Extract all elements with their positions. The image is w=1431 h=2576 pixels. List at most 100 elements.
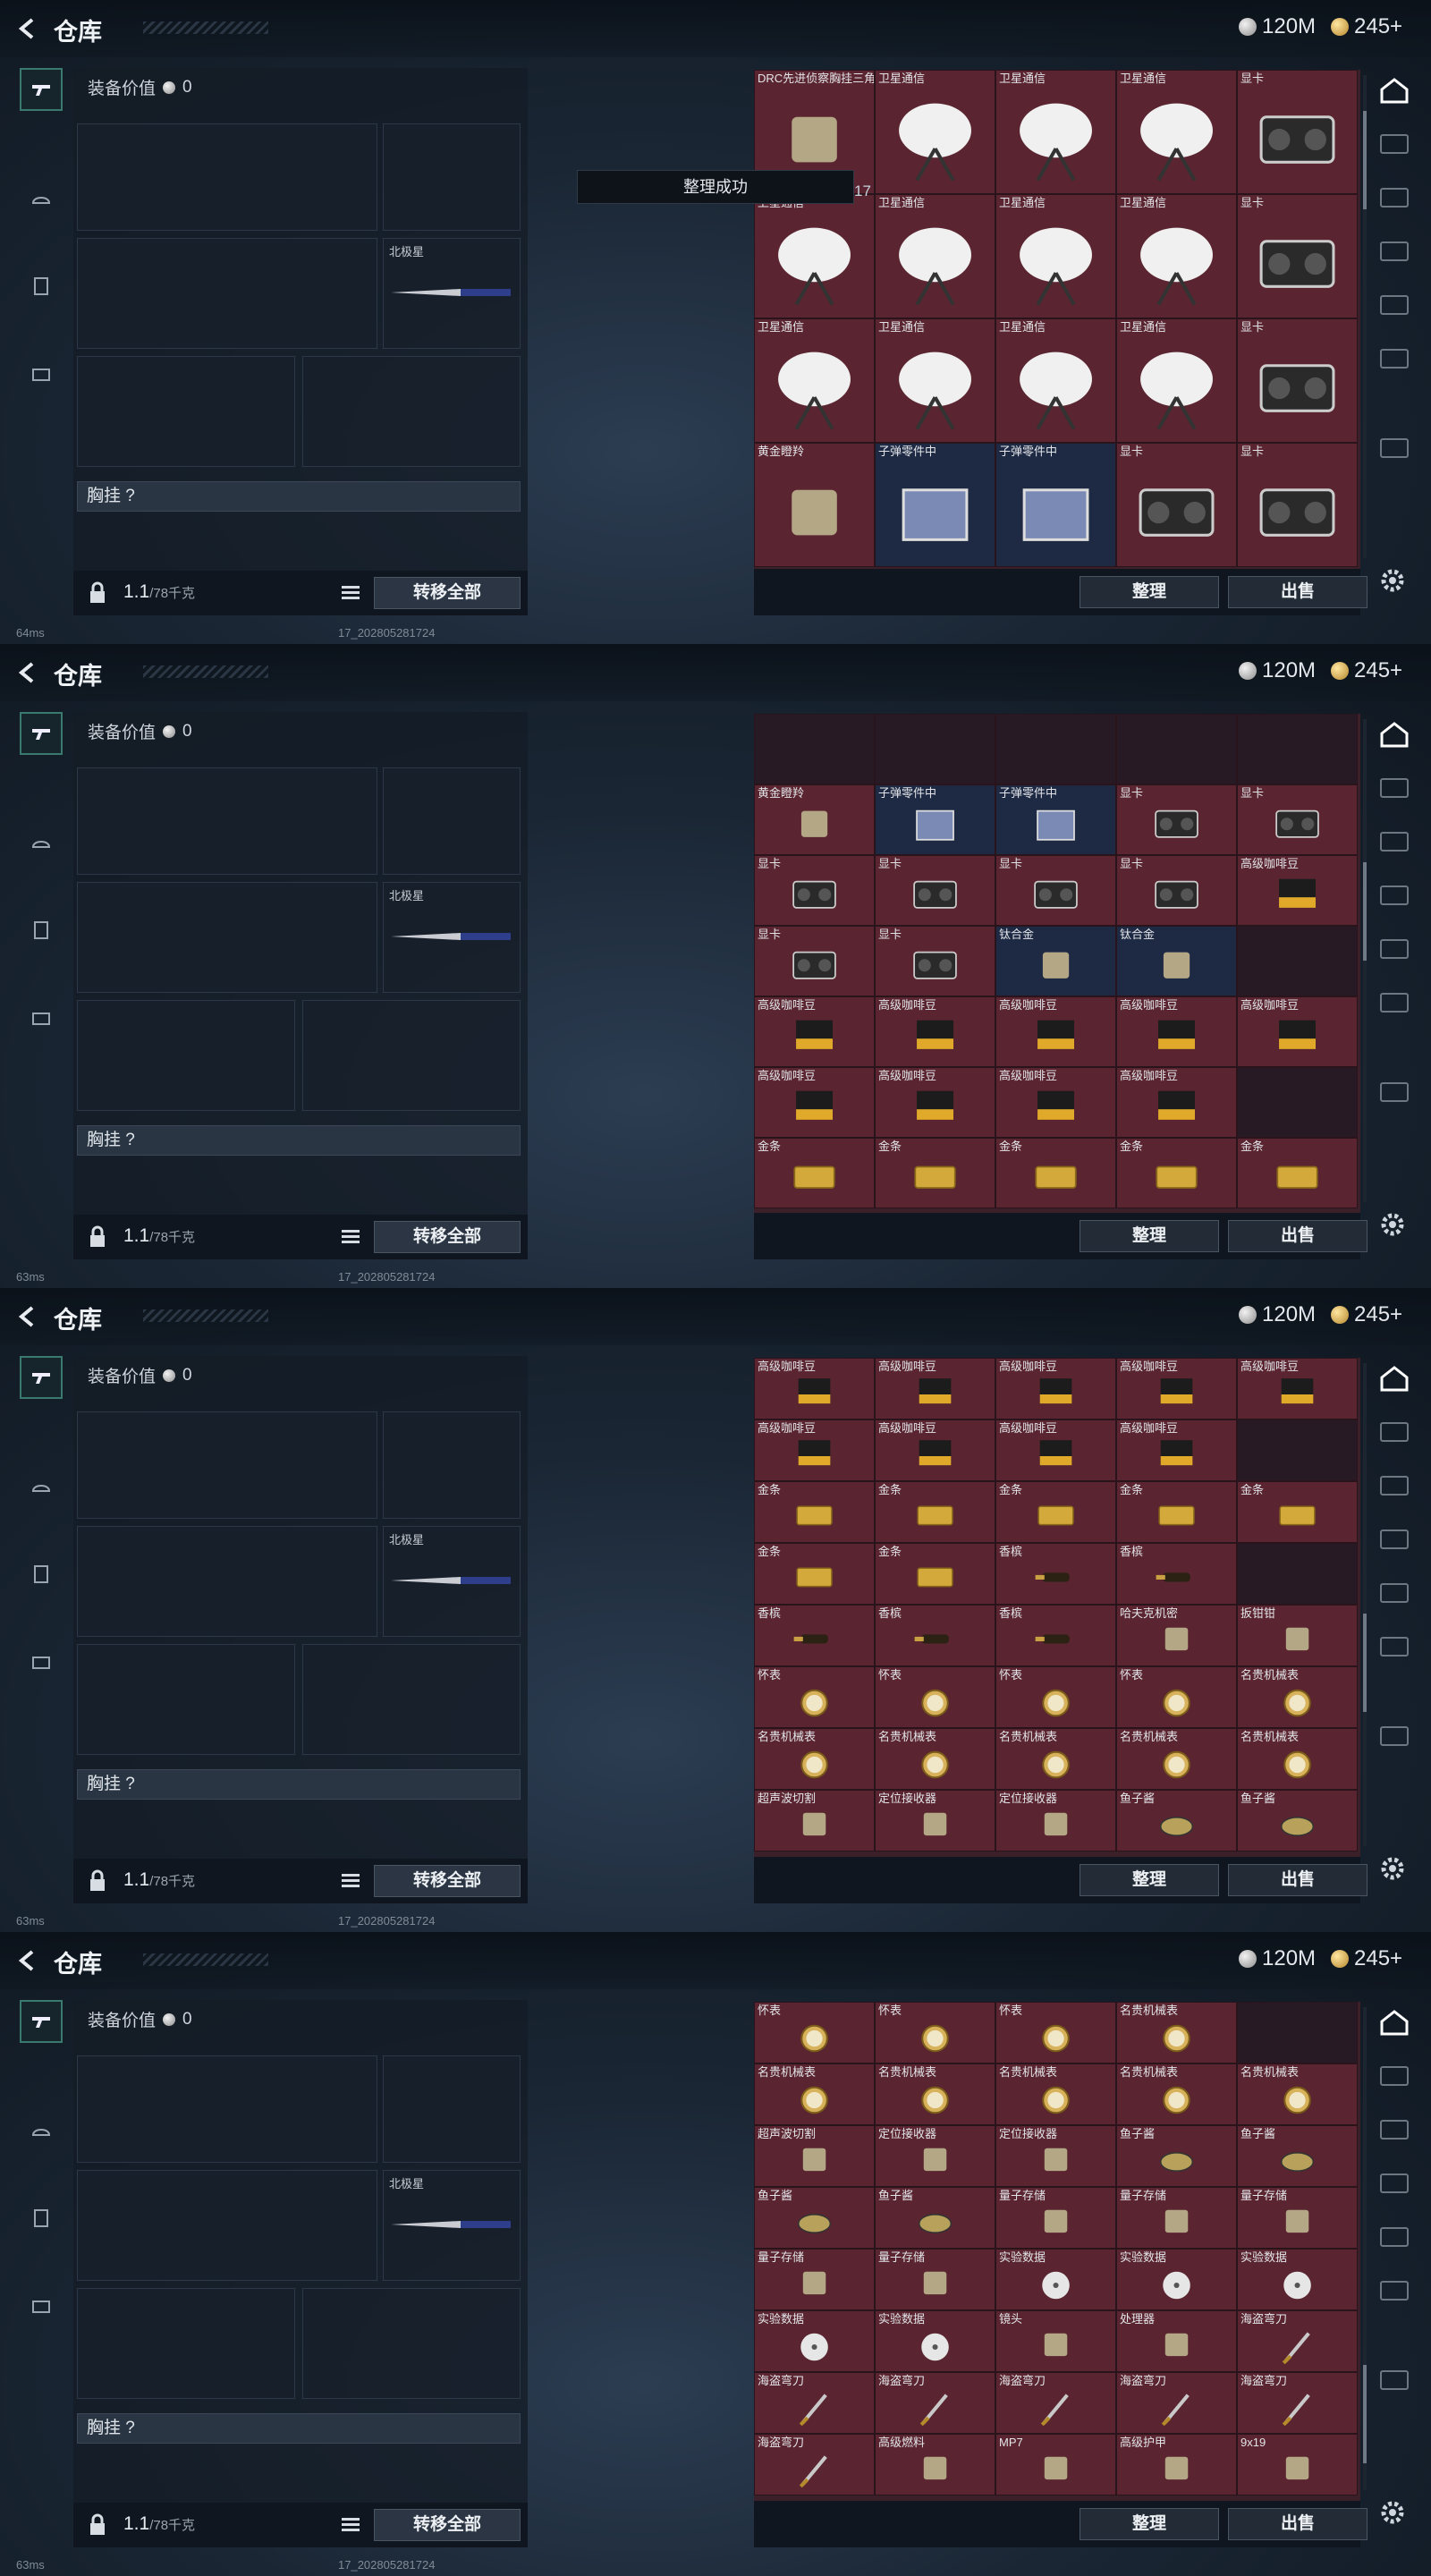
tab-vest[interactable] xyxy=(20,1553,63,1596)
stash-item[interactable]: 高级咖啡豆 xyxy=(754,996,875,1067)
transfer-all-button[interactable]: 转移全部 xyxy=(374,1221,521,1253)
stash-tab-3[interactable] xyxy=(1372,875,1417,916)
stash-item[interactable]: 高级咖啡豆 xyxy=(1237,996,1358,1067)
stash-item[interactable]: 卫星通信 xyxy=(875,70,995,194)
stash-item[interactable]: 名贵机械表 xyxy=(1116,1728,1237,1790)
secondary-weapon-slot[interactable] xyxy=(77,882,377,993)
scrollbar-thumb[interactable] xyxy=(1363,111,1367,209)
gear-icon[interactable] xyxy=(1379,1211,1406,1238)
stash-item[interactable] xyxy=(1237,1419,1358,1481)
tab-armor[interactable] xyxy=(20,177,63,220)
pistol-slot[interactable] xyxy=(383,2055,521,2163)
stash-scrollbar[interactable] xyxy=(1363,1363,1367,1846)
stash-item[interactable]: 鱼子酱 xyxy=(1116,1790,1237,1852)
primary-weapon-slot[interactable] xyxy=(77,123,377,231)
stash-item[interactable]: 鱼子酱 xyxy=(1237,1790,1358,1852)
pistol-slot[interactable] xyxy=(383,123,521,231)
tab-weapons[interactable] xyxy=(20,1356,63,1399)
transfer-all-button[interactable]: 转移全部 xyxy=(374,577,521,609)
stash-item[interactable]: 实验数据 xyxy=(1116,2249,1237,2310)
stash-item[interactable]: 高级咖啡豆 xyxy=(875,996,995,1067)
stash-item[interactable]: 卫星通信 xyxy=(1116,194,1237,318)
list-icon[interactable] xyxy=(342,2517,360,2533)
stash-item[interactable]: 量子存储 xyxy=(1237,2187,1358,2249)
stash-item[interactable]: 高级咖啡豆 xyxy=(1116,996,1237,1067)
transfer-all-button[interactable]: 转移全部 xyxy=(374,2509,521,2541)
stash-item[interactable]: 金条 xyxy=(875,1543,995,1605)
stash-tab-main[interactable] xyxy=(1372,1358,1417,1399)
armor-slot[interactable] xyxy=(302,1000,521,1111)
stash-item[interactable]: 子弹零件中 xyxy=(875,443,995,567)
tab-armor[interactable] xyxy=(20,1465,63,1508)
stash-item[interactable]: 显卡 xyxy=(1237,318,1358,443)
stash-item[interactable]: 高级咖啡豆 xyxy=(754,1419,875,1481)
stash-item[interactable]: 量子存储 xyxy=(754,2249,875,2310)
stash-item[interactable]: 金条 xyxy=(875,1138,995,1208)
stash-item[interactable]: 名贵机械表 xyxy=(995,2063,1116,2125)
stash-item[interactable]: 高级咖啡豆 xyxy=(754,1358,875,1419)
stash-tab-3[interactable] xyxy=(1372,2163,1417,2204)
stash-item[interactable]: 海盗弯刀 xyxy=(995,2372,1116,2434)
melee-slot[interactable]: 北极星 xyxy=(383,1526,521,1637)
transfer-all-button[interactable]: 转移全部 xyxy=(374,1865,521,1897)
stash-item[interactable]: 显卡 xyxy=(754,926,875,996)
stash-item[interactable]: 钛合金 xyxy=(1116,926,1237,996)
stash-tab-6[interactable] xyxy=(1372,2360,1417,2401)
melee-slot[interactable]: 北极星 xyxy=(383,2170,521,2281)
sell-button[interactable]: 出售 xyxy=(1228,576,1367,608)
stash-item[interactable]: 9x19 xyxy=(1237,2434,1358,2496)
stash-item[interactable]: 金条 xyxy=(995,1481,1116,1543)
stash-item[interactable]: 实验数据 xyxy=(1237,2249,1358,2310)
sort-button[interactable]: 整理 xyxy=(1080,2508,1219,2540)
sell-button[interactable]: 出售 xyxy=(1228,2508,1367,2540)
stash-item[interactable]: 香槟 xyxy=(995,1543,1116,1605)
stash-tab-2[interactable] xyxy=(1372,821,1417,862)
stash-item[interactable]: 显卡 xyxy=(875,926,995,996)
stash-item[interactable]: 海盗弯刀 xyxy=(1237,2372,1358,2434)
stash-item[interactable]: 名贵机械表 xyxy=(754,1728,875,1790)
stash-scrollbar[interactable] xyxy=(1363,2007,1367,2490)
gear-icon[interactable] xyxy=(1379,567,1406,594)
stash-item[interactable]: 鱼子酱 xyxy=(875,2187,995,2249)
stash-item[interactable]: 怀表 xyxy=(875,2002,995,2063)
stash-item[interactable]: 扳钳钳 xyxy=(1237,1605,1358,1666)
tab-weapons[interactable] xyxy=(20,68,63,111)
secondary-weapon-slot[interactable] xyxy=(77,1526,377,1637)
stash-tab-3[interactable] xyxy=(1372,231,1417,272)
stash-tab-4[interactable] xyxy=(1372,284,1417,326)
armor-slot[interactable] xyxy=(302,356,521,467)
stash-tab-2[interactable] xyxy=(1372,1465,1417,1506)
tab-vest[interactable] xyxy=(20,265,63,308)
stash-item[interactable]: 名贵机械表 xyxy=(1116,2002,1237,2063)
stash-tab-4[interactable] xyxy=(1372,928,1417,970)
stash-item[interactable]: 金条 xyxy=(1116,1138,1237,1208)
stash-item[interactable] xyxy=(1237,2002,1358,2063)
stash-tab-5[interactable] xyxy=(1372,1626,1417,1667)
stash-item[interactable]: 卫星通信 xyxy=(995,194,1116,318)
armor-slot[interactable] xyxy=(302,2288,521,2399)
back-arrow-icon[interactable] xyxy=(14,1303,41,1330)
stash-item[interactable]: 子弹零件中 xyxy=(875,784,995,855)
stash-item[interactable]: 卫星通信 xyxy=(1116,318,1237,443)
pistol-slot[interactable] xyxy=(383,1411,521,1519)
stash-item[interactable]: 显卡 xyxy=(754,855,875,926)
stash-item[interactable]: 定位接收器 xyxy=(995,1790,1116,1852)
stash-item[interactable]: 怀表 xyxy=(995,1666,1116,1728)
stash-tab-5[interactable] xyxy=(1372,982,1417,1023)
stash-item[interactable]: 金条 xyxy=(1237,1138,1358,1208)
stash-item[interactable] xyxy=(1237,714,1358,784)
stash-tab-5[interactable] xyxy=(1372,338,1417,379)
stash-item[interactable]: 高级咖啡豆 xyxy=(754,1067,875,1138)
stash-item[interactable]: 金条 xyxy=(754,1543,875,1605)
stash-item[interactable]: 处理器 xyxy=(1116,2310,1237,2372)
stash-item[interactable]: 高级咖啡豆 xyxy=(995,1067,1116,1138)
stash-tab-5[interactable] xyxy=(1372,2270,1417,2311)
stash-item[interactable]: 海盗弯刀 xyxy=(754,2434,875,2496)
stash-item[interactable]: 名贵机械表 xyxy=(1116,2063,1237,2125)
stash-item[interactable]: MP7 xyxy=(995,2434,1116,2496)
stash-item[interactable]: 卫星通信 xyxy=(995,70,1116,194)
sell-button[interactable]: 出售 xyxy=(1228,1220,1367,1252)
stash-item[interactable]: 名贵机械表 xyxy=(875,2063,995,2125)
stash-tab-4[interactable] xyxy=(1372,2216,1417,2258)
tab-weapons[interactable] xyxy=(20,712,63,755)
